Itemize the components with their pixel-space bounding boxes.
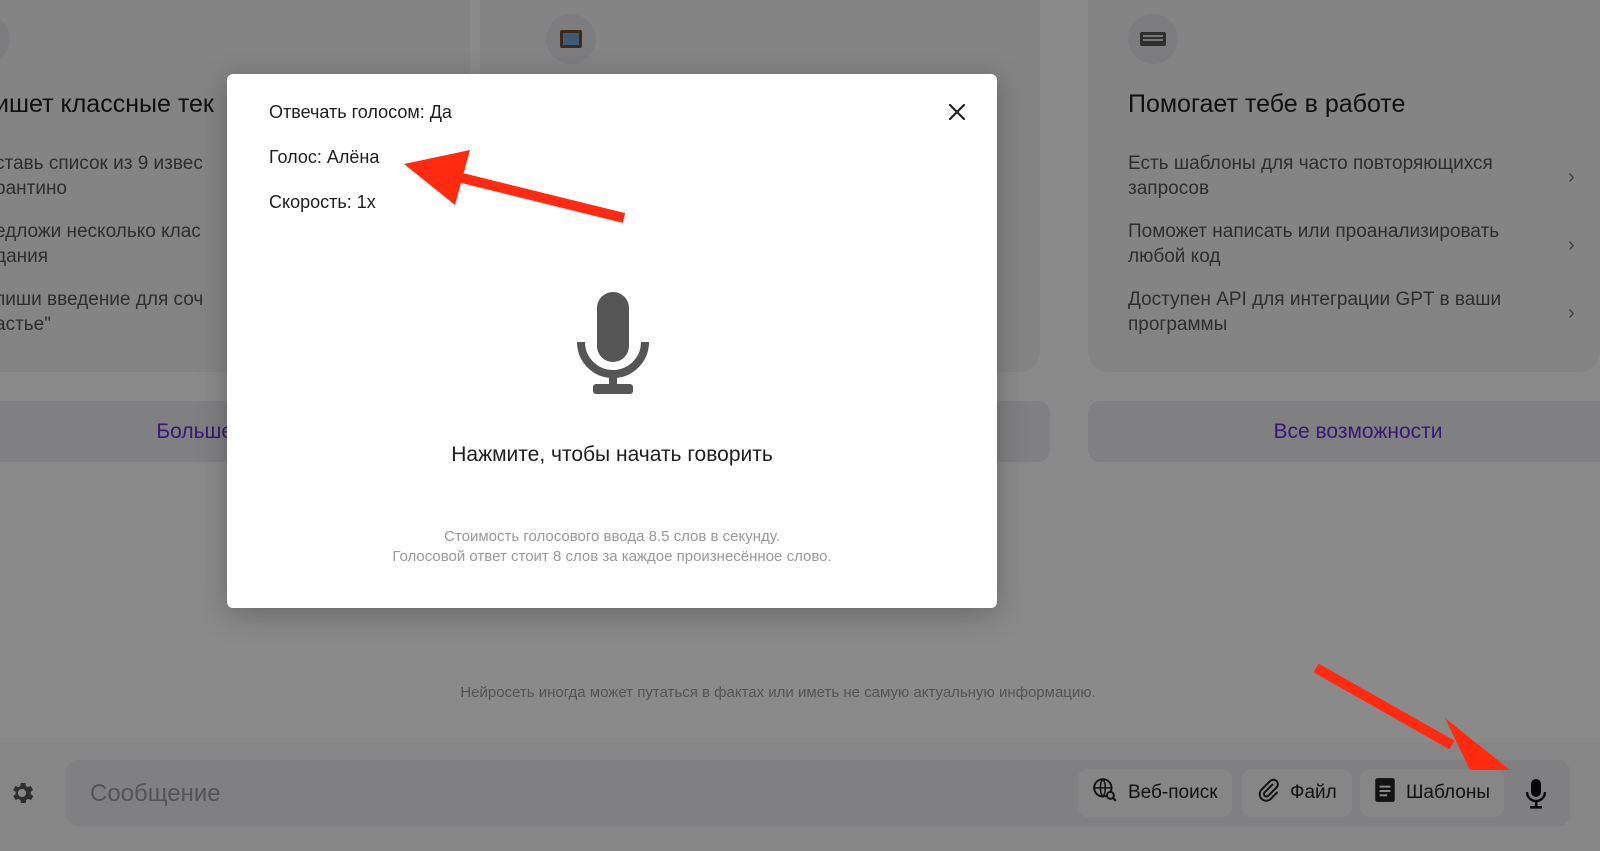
reply-by-voice-setting[interactable]: Отвечать голосом: Да — [269, 102, 452, 123]
voice-setting[interactable]: Голос: Алёна — [269, 147, 379, 168]
voice-input-cost: Стоимость голосового ввода 8.5 слов в се… — [444, 528, 780, 545]
voice-mode-dialog: Отвечать голосом: Да Голос: Алёна Скорос… — [227, 74, 997, 608]
microphone-icon[interactable] — [576, 292, 650, 396]
start-speaking-prompt[interactable]: Нажмите, чтобы начать говорить — [227, 443, 997, 467]
speed-setting[interactable]: Скорость: 1x — [269, 192, 376, 213]
voice-output-cost: Голосовой ответ стоит 8 слов за каждое п… — [392, 548, 832, 565]
close-icon[interactable] — [943, 98, 971, 126]
